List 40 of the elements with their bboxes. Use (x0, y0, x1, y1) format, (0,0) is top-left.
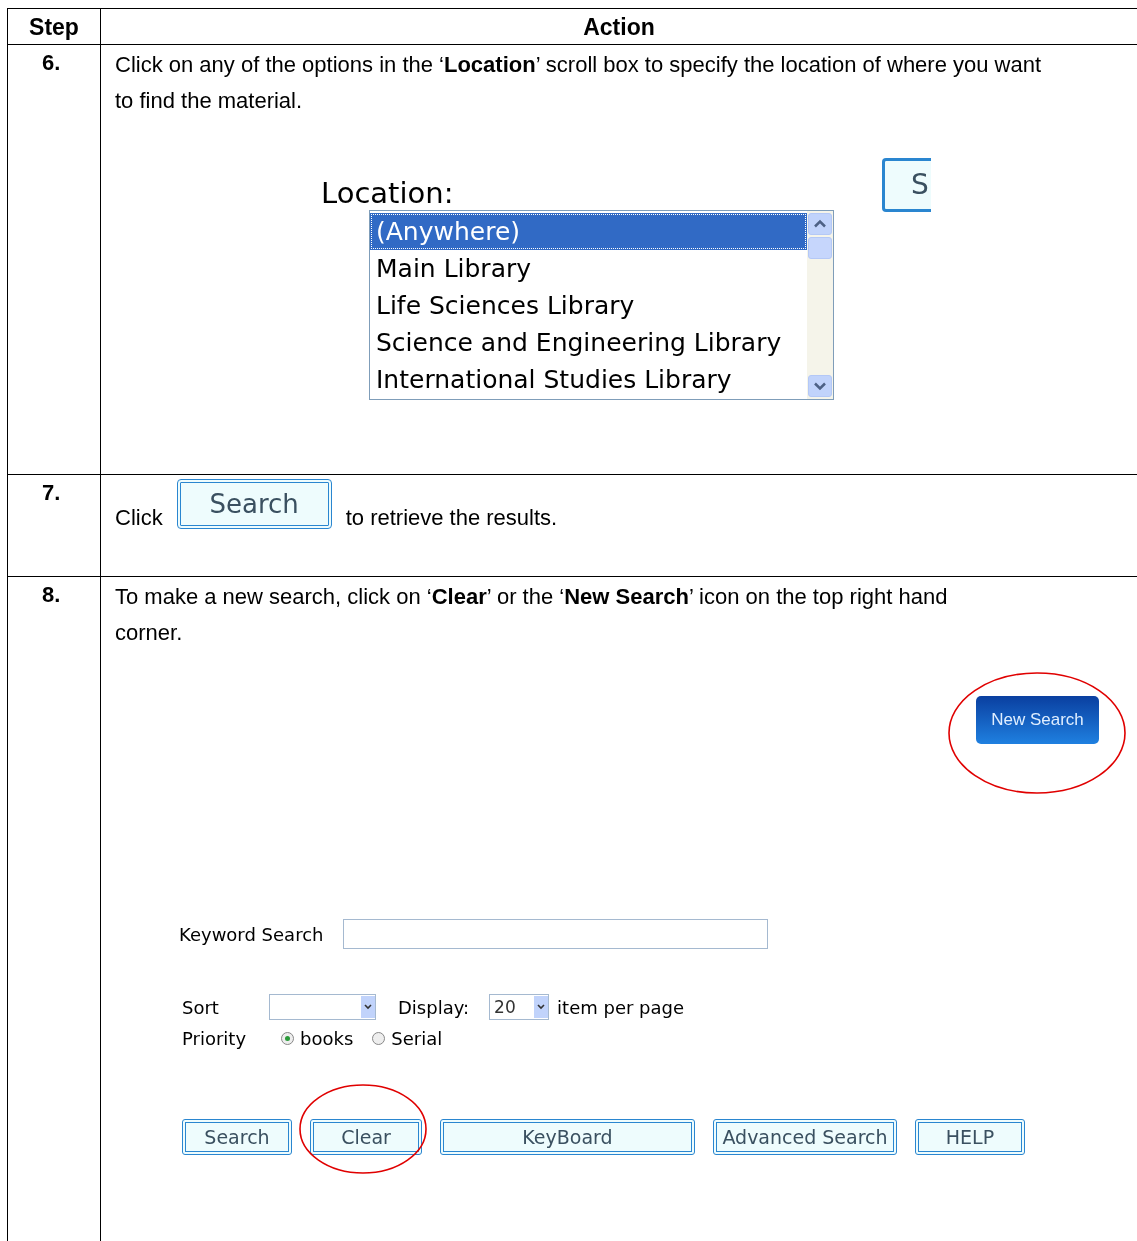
step-number: 8. (42, 582, 61, 607)
instruction-text: Click on any of the options in the ‘Location’ scroll box to specify the location of where you want to find the material. (115, 51, 1043, 115)
form-button[interactable]: KeyBoard (440, 1119, 695, 1155)
scrollbar[interactable] (807, 211, 833, 399)
location-label: Location: (321, 176, 455, 210)
location-option[interactable]: Main Library (370, 250, 807, 287)
instruction-text: to retrieve the results. (345, 504, 558, 532)
priority-label: Priority (181, 1028, 248, 1049)
display-label: Display: (398, 996, 470, 1018)
sort-dropdown[interactable] (269, 994, 376, 1020)
scroll-thumb[interactable] (808, 237, 832, 259)
column-header: Step (7, 9, 101, 44)
keyword-input-field[interactable] (343, 919, 769, 949)
radio-button[interactable] (281, 1032, 294, 1045)
step-number: 7. (42, 480, 61, 505)
location-option[interactable]: Science and Engineering Library (370, 324, 807, 361)
new-search-button[interactable]: New Search (976, 696, 1099, 744)
location-option[interactable]: (Anywhere) (370, 213, 807, 250)
location-option[interactable]: Life Sciences Library (370, 287, 807, 324)
instruction-text: Click (115, 504, 163, 532)
location-option[interactable]: International Studies Library (370, 361, 807, 398)
step-number: 6. (42, 50, 61, 75)
radio-label: books (300, 1028, 354, 1049)
form-button[interactable]: Clear (310, 1119, 422, 1155)
radio-label: Serial (391, 1028, 443, 1049)
location-listbox[interactable]: (Anywhere) Main Library Life Sciences Library Science and Engineering Library International Studies Library (369, 210, 834, 400)
column-header: Action (582, 13, 656, 42)
form-button[interactable]: Search (182, 1119, 292, 1155)
per-page-label: item per page (557, 996, 685, 1018)
form-button[interactable]: Advanced Search (713, 1119, 897, 1155)
radio-button[interactable] (372, 1032, 386, 1045)
form-button[interactable]: HELP (915, 1119, 1025, 1155)
keyword-label: Keyword Search (179, 923, 324, 945)
search-button[interactable]: Search (176, 479, 332, 529)
sort-label: Sort (181, 996, 220, 1018)
partial-button[interactable]: S (882, 158, 931, 212)
scroll-down-icon[interactable] (808, 375, 832, 397)
instruction-text: To make a new search, click on ‘Clear’ or the ‘New Search’ icon on the top right hand corner. (115, 583, 949, 647)
display-dropdown[interactable]: 20 (489, 994, 550, 1020)
scroll-up-icon[interactable] (808, 213, 832, 235)
